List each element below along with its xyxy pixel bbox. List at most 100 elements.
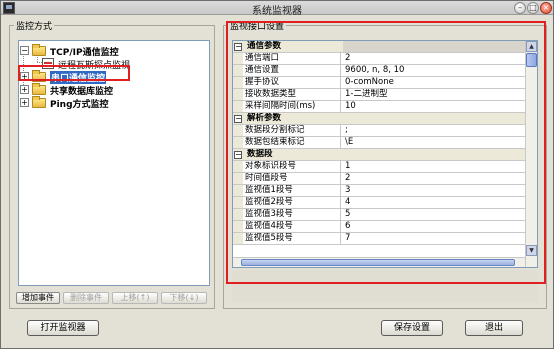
save-settings-button[interactable]: 保存设置: [381, 320, 443, 336]
grid-gutter: [233, 221, 243, 232]
grid-category[interactable]: − 数据段: [233, 149, 525, 161]
grid-property-name: 监视值4段号: [245, 221, 341, 232]
scroll-down-arrow-icon[interactable]: ▼: [526, 245, 537, 256]
vertical-scrollbar[interactable]: ▲ ▼: [525, 41, 537, 267]
grid-category-fill: [343, 149, 525, 160]
grid-property-row[interactable]: 数据包结束标记 \E: [233, 137, 525, 149]
grid-property-row[interactable]: 通信设置 9600, n, 8, 10: [233, 65, 525, 77]
grid-property-value[interactable]: \E: [345, 137, 525, 148]
exit-button[interactable]: 退出: [465, 320, 523, 336]
grid-property-value[interactable]: 9600, n, 8, 10: [345, 65, 525, 76]
grid-property-name: 采样间隔时间(ms): [245, 101, 341, 112]
minimize-button[interactable]: –: [514, 2, 526, 14]
grid-gutter: [233, 173, 243, 184]
grid-property-row[interactable]: 对象标识段号 1: [233, 161, 525, 173]
grid-category[interactable]: − 通信参数: [233, 41, 525, 53]
grid-gutter: [233, 161, 243, 172]
grid-property-name: 监视值2段号: [245, 197, 341, 208]
grid-property-row[interactable]: 监视值4段号 6: [233, 221, 525, 233]
horizontal-scrollbar[interactable]: [233, 257, 525, 267]
grid-property-name: 通信设置: [245, 65, 341, 76]
grid-property-value[interactable]: 4: [345, 197, 525, 208]
scroll-up-arrow-icon[interactable]: ▲: [526, 41, 537, 52]
grid-property-name: 监视值5段号: [245, 233, 341, 244]
grid-gutter: [233, 209, 243, 220]
grid-property-value[interactable]: 5: [345, 209, 525, 220]
move-up-button[interactable]: 上移(↑): [112, 292, 158, 304]
window-title: 系统监视器: [252, 6, 302, 17]
tree-item-label: 共享数据库监控: [50, 87, 114, 97]
selection-highlight: [18, 65, 130, 81]
grid-property-value[interactable]: 2: [345, 53, 525, 64]
grid-property-name: 监视值1段号: [245, 185, 341, 196]
interface-settings-group: 监视接口设置 − 通信参数 通信端口 2 通信设置 9600, n, 8, 10 握手协议 0…: [223, 19, 547, 309]
grid-property-row[interactable]: 时间值段号 2: [233, 173, 525, 185]
grid-property-name: 时间值段号: [245, 173, 341, 184]
grid-gutter: [233, 233, 243, 244]
tree-item-label: Ping方式监控: [50, 100, 109, 110]
grid-property-row[interactable]: 监视值2段号 4: [233, 197, 525, 209]
grid-property-row[interactable]: 接收数据类型 1-二进制型: [233, 89, 525, 101]
grid-property-value[interactable]: 2: [345, 173, 525, 184]
title-bar[interactable]: 系统监视器 – □ ×: [1, 1, 553, 17]
folder-icon: [32, 44, 46, 56]
tree-item-label: TCP/IP通信监控: [50, 48, 119, 58]
collapse-icon[interactable]: −: [234, 151, 242, 159]
grid-gutter: [233, 89, 243, 100]
collapse-icon[interactable]: −: [234, 115, 242, 123]
move-down-button[interactable]: 下移(↓): [161, 292, 207, 304]
maximize-button[interactable]: □: [527, 2, 539, 14]
grid-property-row[interactable]: 通信端口 2: [233, 53, 525, 65]
grid-category-label: 数据段: [247, 149, 273, 159]
monitor-mode-caption: 监控方式: [14, 19, 55, 32]
folder-icon: [32, 96, 46, 108]
property-grid[interactable]: − 通信参数 通信端口 2 通信设置 9600, n, 8, 10 握手协议 0-comNon…: [233, 41, 525, 267]
expand-icon[interactable]: +: [20, 85, 29, 94]
open-monitor-button[interactable]: 打开监视器: [27, 320, 99, 336]
grid-category[interactable]: − 解析参数: [233, 113, 525, 125]
grid-property-value[interactable]: 7: [345, 233, 525, 244]
close-button[interactable]: ×: [540, 2, 552, 14]
grid-property-value[interactable]: 3: [345, 185, 525, 196]
grid-property-value[interactable]: 1-二进制型: [345, 89, 525, 100]
grid-gutter: [233, 53, 243, 64]
grid-property-row[interactable]: 数据段分割标记;: [233, 125, 525, 137]
grid-property-value[interactable]: 6: [345, 221, 525, 232]
grid-property-row[interactable]: 监视值5段号 7: [233, 233, 525, 245]
grid-gutter: [233, 185, 243, 196]
grid-property-name: 数据包结束标记: [245, 137, 341, 148]
description-pane: [232, 270, 538, 302]
grid-property-name: 对象标识段号: [245, 161, 341, 172]
grid-property-value[interactable]: ;: [345, 125, 525, 136]
grid-gutter: [233, 77, 243, 88]
grid-category-fill: [343, 41, 525, 52]
expand-icon[interactable]: +: [20, 98, 29, 107]
grid-property-name: 握手协议: [245, 77, 341, 88]
collapse-icon[interactable]: −: [234, 43, 242, 51]
grid-property-value[interactable]: 10: [345, 101, 525, 112]
grid-property-row[interactable]: 监视值1段号 3: [233, 185, 525, 197]
grid-property-name: 接收数据类型: [245, 89, 341, 100]
folder-icon: [32, 83, 46, 95]
main-window: 系统监视器 – □ × 监控方式 − TCP/IP通信监控 远程瓦斯探点监视 +…: [0, 0, 554, 349]
grid-category-label: 通信参数: [247, 41, 282, 51]
grid-property-row[interactable]: 采样间隔时间(ms) 10: [233, 101, 525, 113]
grid-property-value[interactable]: 0-comNone: [345, 77, 525, 88]
add-event-button[interactable]: 增加事件: [16, 292, 60, 304]
collapse-icon[interactable]: −: [20, 46, 29, 55]
grid-category-label: 解析参数: [247, 113, 282, 123]
grid-property-name: 通信端口: [245, 53, 341, 64]
horizontal-scroll-thumb[interactable]: [241, 259, 515, 266]
property-grid-area: − 通信参数 通信端口 2 通信设置 9600, n, 8, 10 握手协议 0-comNon…: [232, 40, 538, 268]
grid-gutter: [233, 137, 243, 148]
delete-event-button[interactable]: 删除事件: [63, 292, 109, 304]
grid-property-row[interactable]: 监视值3段号 5: [233, 209, 525, 221]
grid-property-value[interactable]: 1: [345, 161, 525, 172]
grid-gutter: [233, 101, 243, 112]
interface-settings-caption: 监视接口设置: [228, 19, 287, 32]
scroll-thumb[interactable]: [526, 53, 537, 67]
tree-line: [37, 55, 38, 62]
grid-property-row[interactable]: 握手协议 0-comNone: [233, 77, 525, 89]
grid-property-name: 数据段分割标记: [245, 125, 341, 136]
grid-gutter: [233, 65, 243, 76]
